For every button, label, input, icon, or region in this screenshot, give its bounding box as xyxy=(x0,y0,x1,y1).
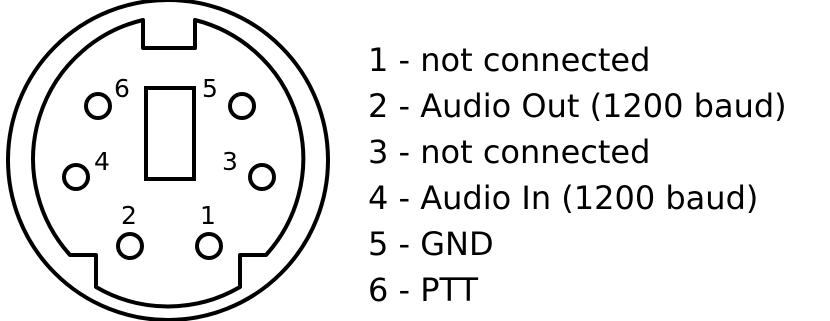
center-key xyxy=(144,86,196,181)
legend-pin-number: 2 xyxy=(368,87,389,125)
pin-5-hole xyxy=(228,92,256,120)
legend-pin-number: 3 xyxy=(368,133,389,171)
legend-pin-description: Audio In (1200 baud) xyxy=(420,179,759,217)
pin-label-6: 6 xyxy=(114,74,130,103)
legend-item: 2 - Audio Out (1200 baud) xyxy=(368,83,787,129)
pin-4-hole xyxy=(62,163,90,191)
legend-separator: - xyxy=(388,179,421,217)
legend-pin-description: not connected xyxy=(420,133,651,171)
pin-1-hole xyxy=(195,232,223,260)
legend-pin-number: 4 xyxy=(368,179,389,217)
legend-item: 5 - GND xyxy=(368,221,787,267)
pin-label-5: 5 xyxy=(202,74,218,103)
legend-separator: - xyxy=(388,87,421,125)
legend-pin-description: Audio Out (1200 baud) xyxy=(420,87,787,125)
legend-separator: - xyxy=(388,41,421,79)
legend-pin-number: 1 xyxy=(368,41,389,79)
legend-pin-description: GND xyxy=(420,225,494,263)
legend-separator: - xyxy=(388,271,421,309)
pin-6-hole xyxy=(84,92,112,120)
pin-label-2: 2 xyxy=(121,201,137,230)
legend-pin-description: not connected xyxy=(420,41,651,79)
legend-separator: - xyxy=(388,133,421,171)
legend-separator: - xyxy=(388,225,421,263)
legend-item: 6 - PTT xyxy=(368,267,787,313)
pinout-legend: 1 - not connected 2 - Audio Out (1200 ba… xyxy=(368,37,787,313)
mini-din-connector-diagram: 6 5 4 3 2 1 xyxy=(6,0,330,321)
legend-item: 4 - Audio In (1200 baud) xyxy=(368,175,787,221)
legend-item: 1 - not connected xyxy=(368,37,787,83)
legend-pin-description: PTT xyxy=(420,271,479,309)
pin-label-3: 3 xyxy=(222,147,238,176)
legend-item: 3 - not connected xyxy=(368,129,787,175)
pin-3-hole xyxy=(248,163,276,191)
pin-label-1: 1 xyxy=(200,201,216,230)
pin-label-4: 4 xyxy=(94,147,110,176)
pin-2-hole xyxy=(116,232,144,260)
legend-pin-number: 5 xyxy=(368,225,389,263)
legend-pin-number: 6 xyxy=(368,271,389,309)
